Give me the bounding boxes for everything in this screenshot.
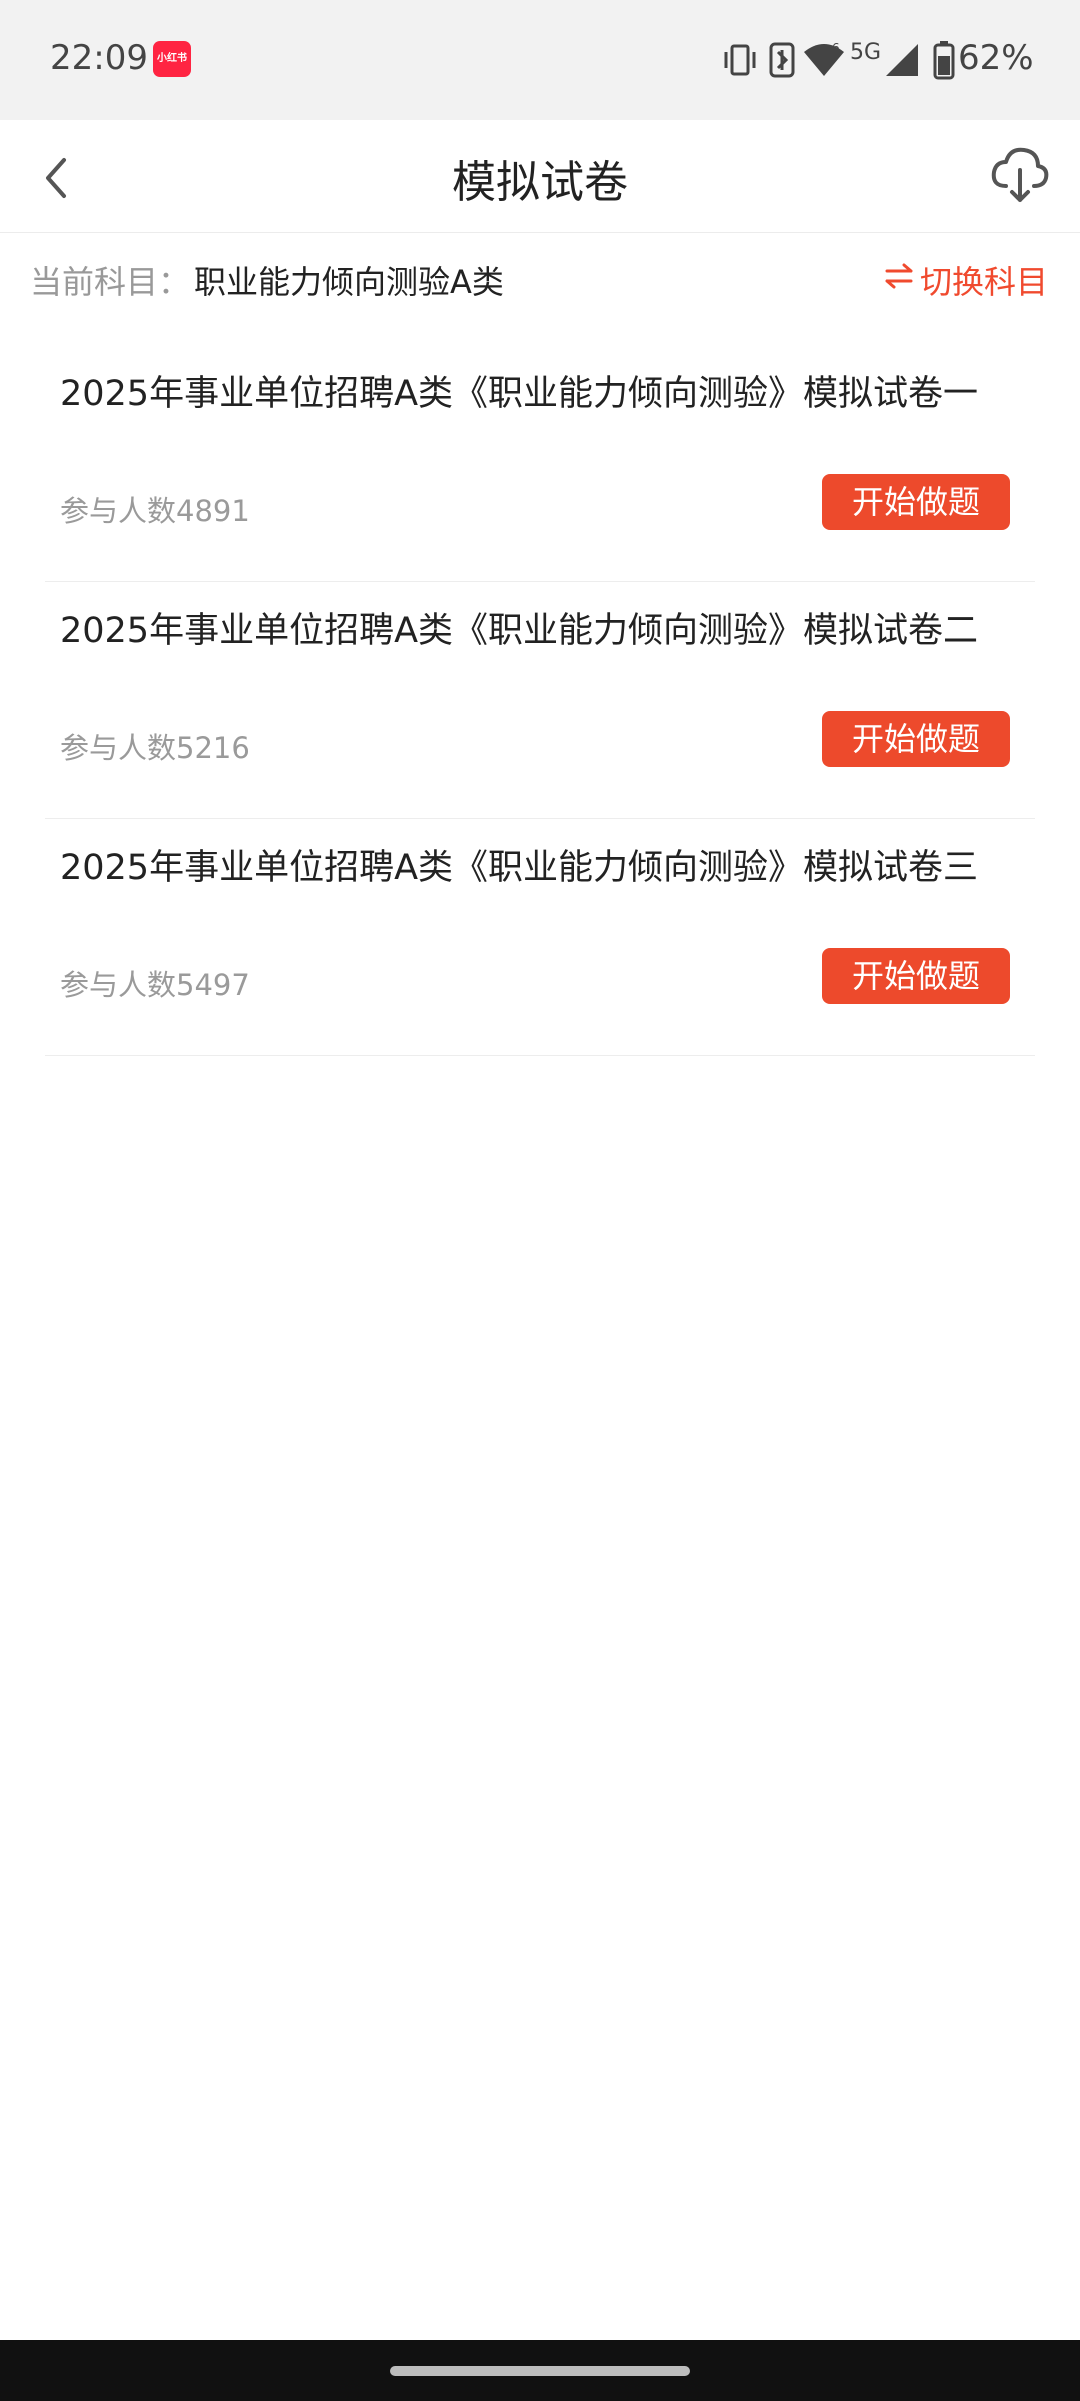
subject-bar: 当前科目： 职业能力倾向测验A类 切换科目: [0, 233, 1080, 323]
subject-label: 当前科目：: [30, 263, 191, 301]
page: 22:09 小红书 6 5G 62% 模拟试卷 当前科目： 职业能力倾向测验A类…: [0, 0, 1080, 2401]
status-bar: 22:09 小红书 6 5G 62%: [0, 0, 1080, 120]
svg-text:6: 6: [832, 41, 840, 55]
exam-title[interactable]: 2025年事业单位招聘A类《职业能力倾向测验》模拟试卷一: [60, 366, 1020, 423]
status-time: 22:09: [50, 38, 148, 78]
nfc-icon: [769, 42, 795, 78]
swap-arrows-icon: [885, 263, 913, 289]
download-button[interactable]: [988, 142, 1052, 206]
participant-count: 参与人数5497: [60, 968, 250, 1002]
cloud-download-icon: [991, 147, 1049, 202]
switch-subject-label: 切换科目: [920, 263, 1049, 301]
wifi-icon: 6: [804, 41, 844, 76]
participant-count: 参与人数5216: [60, 731, 250, 765]
exam-item[interactable]: 2025年事业单位招聘A类《职业能力倾向测验》模拟试卷三 参与人数5497 开始…: [45, 818, 1035, 1056]
participant-count: 参与人数4891: [60, 494, 250, 528]
battery-icon: [933, 41, 955, 80]
battery-level: 62%: [958, 38, 1034, 78]
home-indicator[interactable]: [390, 2366, 690, 2376]
exam-item[interactable]: 2025年事业单位招聘A类《职业能力倾向测验》模拟试卷一 参与人数4891 开始…: [45, 344, 1035, 582]
start-exam-button[interactable]: 开始做题: [822, 948, 1010, 1004]
exam-title[interactable]: 2025年事业单位招聘A类《职业能力倾向测验》模拟试卷三: [60, 840, 1020, 897]
vibrate-icon: [724, 44, 756, 76]
start-exam-button[interactable]: 开始做题: [822, 474, 1010, 530]
subject-value: 职业能力倾向测验A类: [194, 263, 504, 301]
exam-title[interactable]: 2025年事业单位招聘A类《职业能力倾向测验》模拟试卷二: [60, 603, 1020, 660]
signal-icon: [886, 44, 918, 76]
page-title: 模拟试卷: [452, 157, 628, 208]
header: 模拟试卷: [0, 120, 1080, 233]
navigation-bar: [0, 2340, 1080, 2401]
network-type: 5G: [850, 40, 882, 65]
app-badge: 小红书: [153, 41, 191, 77]
start-exam-button[interactable]: 开始做题: [822, 711, 1010, 767]
exam-item[interactable]: 2025年事业单位招聘A类《职业能力倾向测验》模拟试卷二 参与人数5216 开始…: [45, 581, 1035, 819]
